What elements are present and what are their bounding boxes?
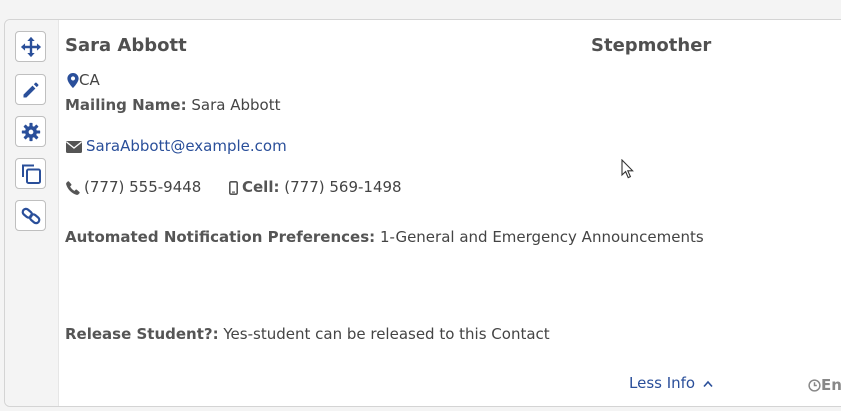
- cell-label: Cell:: [242, 178, 280, 196]
- edit-button[interactable]: [15, 74, 46, 105]
- gear-icon: [21, 122, 40, 141]
- contact-card: Sara Abbott Stepmother CA Mailing Name: …: [4, 19, 841, 407]
- copy-button[interactable]: [15, 158, 46, 189]
- entered-info-text: En: [821, 376, 841, 394]
- cell-number: (777) 569-1498: [284, 178, 402, 196]
- location-row: CA: [67, 71, 100, 89]
- email-row: SaraAbbott@example.com: [66, 137, 287, 155]
- release-student-row: Release Student?: Yes-student can be rel…: [65, 325, 550, 343]
- clock-icon: [808, 379, 821, 392]
- location-text: CA: [79, 71, 100, 89]
- phone-row: (777) 555-9448: [66, 178, 201, 196]
- entered-info-stub: En: [808, 376, 841, 394]
- map-marker-icon: [67, 73, 79, 88]
- phone-icon: [66, 180, 80, 195]
- envelope-icon: [66, 140, 82, 153]
- email-link[interactable]: SaraAbbott@example.com: [86, 137, 287, 155]
- chevron-up-icon: [703, 380, 713, 387]
- cell-row: Cell: (777) 569-1498: [229, 178, 402, 196]
- copy-icon: [21, 164, 41, 184]
- move-icon: [20, 36, 41, 57]
- release-student-label: Release Student?:: [65, 325, 219, 343]
- mobile-phone-icon: [229, 180, 238, 195]
- less-info-button[interactable]: Less Info: [629, 374, 713, 392]
- notification-preferences-value: 1-General and Emergency Announcements: [379, 228, 704, 246]
- release-student-value: Yes-student can be released to this Cont…: [223, 325, 550, 343]
- link-icon: [21, 207, 40, 224]
- mailing-name-label: Mailing Name:: [65, 96, 187, 114]
- move-button[interactable]: [15, 31, 46, 62]
- mouse-cursor-icon: [621, 159, 634, 179]
- settings-button[interactable]: [15, 116, 46, 147]
- contact-relationship: Stepmother: [591, 35, 712, 56]
- pencil-icon: [23, 82, 38, 97]
- card-toolbar: [5, 20, 59, 406]
- notification-preferences-row: Automated Notification Preferences: 1-Ge…: [65, 228, 704, 246]
- notification-preferences-label: Automated Notification Preferences:: [65, 228, 376, 246]
- mailing-name-value: Sara Abbott: [191, 96, 281, 114]
- mailing-name-row: Mailing Name: Sara Abbott: [65, 96, 280, 114]
- phone-number: (777) 555-9448: [84, 178, 202, 196]
- contact-name: Sara Abbott: [65, 35, 187, 56]
- less-info-label: Less Info: [629, 374, 696, 392]
- link-button[interactable]: [15, 200, 46, 231]
